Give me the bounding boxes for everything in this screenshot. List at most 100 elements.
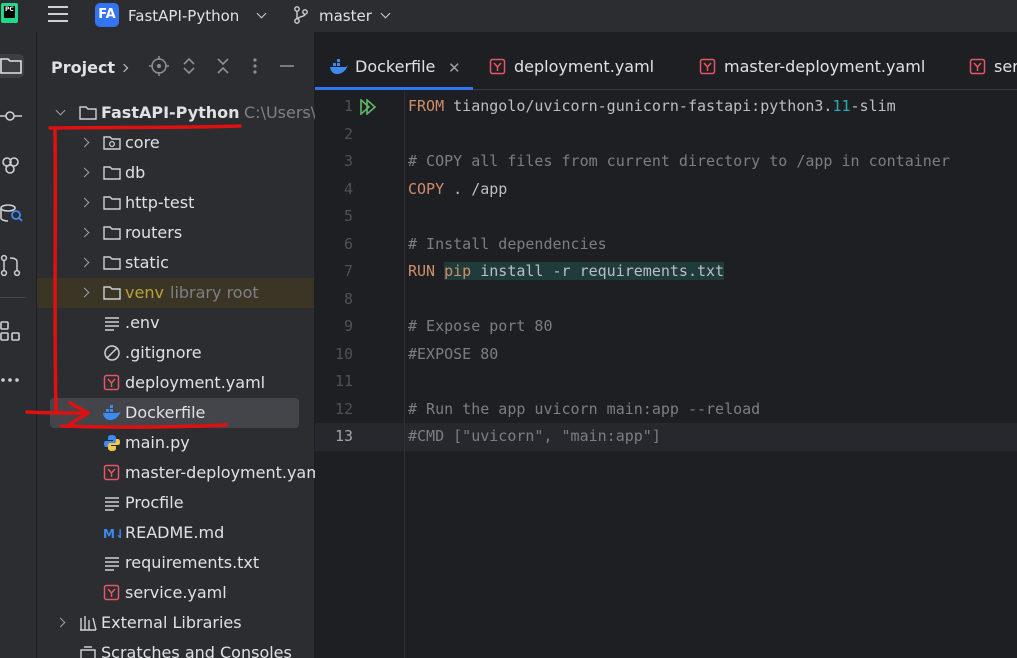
panel-title[interactable]: Project	[51, 58, 115, 77]
module-folder-icon	[103, 136, 121, 150]
tree-item-label: requirements.txt	[125, 553, 260, 572]
branch-switcher[interactable]: master	[319, 7, 372, 25]
code-line[interactable]: # Run the app uvicorn main:app --reload	[408, 400, 760, 418]
chevron-down-icon[interactable]	[380, 8, 391, 19]
code-line[interactable]: # Expose port 80	[408, 317, 553, 335]
tree-item-requirements-txt[interactable]: requirements.txt	[37, 548, 314, 578]
line-number: 4	[343, 179, 353, 198]
tree-item-label: main.py	[125, 433, 190, 452]
close-tab-icon[interactable]: ✕	[448, 59, 461, 77]
tree-item-procfile[interactable]: Procfile	[37, 488, 314, 518]
project-badge[interactable]: FA	[95, 3, 119, 27]
line-number: 9	[343, 317, 353, 335]
tree-item-routers[interactable]: routers	[37, 218, 314, 248]
hide-panel-icon[interactable]	[277, 56, 297, 76]
chevron-right-icon[interactable]	[79, 257, 90, 268]
chevron-right-icon[interactable]	[79, 227, 90, 238]
docker-icon	[103, 405, 121, 420]
line-number: 10	[334, 344, 353, 363]
tree-item-master-deployment-yaml[interactable]: master-deployment.yaml	[37, 458, 326, 488]
tree-item-http-test[interactable]: http-test	[37, 188, 314, 218]
options-icon[interactable]	[245, 56, 265, 76]
tree-root[interactable]: FastAPI-Python C:\Users\	[37, 98, 317, 128]
python-packages-icon[interactable]	[0, 154, 24, 178]
chevron-right-icon[interactable]	[79, 287, 90, 298]
project-tool-icon[interactable]	[0, 54, 24, 78]
line-number: 12	[334, 399, 353, 418]
line-number: 13	[334, 427, 353, 445]
tree-item-gitignore[interactable]: .gitignore	[37, 338, 314, 368]
collapse-all-icon[interactable]	[213, 56, 233, 76]
svg-text:M↓: M↓	[103, 527, 121, 541]
text-file-icon	[105, 557, 119, 571]
folder-icon	[79, 106, 97, 120]
tree-item-dockerfile[interactable]: Dockerfile	[37, 398, 314, 428]
chevron-right-icon[interactable]	[79, 137, 90, 148]
text-file-icon	[105, 497, 119, 511]
run-gutter-icon[interactable]	[359, 99, 377, 115]
line-number: 7	[343, 262, 353, 280]
tree-item-label: master-deployment.yaml	[125, 463, 327, 482]
tree-item-label: core	[125, 133, 160, 152]
expand-all-icon[interactable]	[179, 56, 199, 76]
chevron-down-icon[interactable]	[256, 8, 267, 19]
tool-window-strip	[0, 32, 37, 658]
git-branch-icon[interactable]	[293, 6, 309, 24]
tree-item-label: service.yaml	[125, 583, 227, 602]
chevron-right-icon[interactable]	[55, 617, 66, 628]
more-tools-icon[interactable]	[0, 368, 24, 392]
code-editor[interactable]: FROM tiangolo/uvicorn-gunicorn-fastapi:p…	[315, 91, 1017, 658]
commit-tool-icon[interactable]	[0, 104, 24, 128]
folder-icon	[103, 286, 121, 300]
folder-icon	[103, 226, 121, 240]
markdown-icon: M↓	[103, 527, 121, 541]
tree-item-static[interactable]: static	[37, 248, 314, 278]
folder-icon	[103, 256, 121, 270]
yaml-icon	[489, 58, 506, 75]
tree-scratches-consoles[interactable]: Scratches and Consoles	[37, 638, 314, 658]
code-line[interactable]: # COPY all files from current directory …	[408, 152, 950, 170]
tree-item-label: Scratches and Consoles	[101, 643, 292, 658]
tree-item-venv[interactable]: venv library root	[37, 278, 314, 308]
tree-item-hint: library root	[170, 283, 259, 302]
structure-tool-icon[interactable]	[0, 319, 24, 343]
pull-requests-icon[interactable]	[0, 254, 24, 278]
project-switcher[interactable]: FastAPI-Python	[128, 7, 239, 25]
chevron-right-icon[interactable]	[79, 167, 90, 178]
locate-file-icon[interactable]	[149, 56, 169, 76]
yaml-icon	[103, 584, 120, 601]
tree-item-env[interactable]: .env	[37, 308, 314, 338]
chevron-down-icon[interactable]	[55, 105, 66, 116]
tree-item-label: deployment.yaml	[125, 373, 266, 392]
library-icon	[80, 616, 97, 631]
code-line[interactable]: # Install dependencies	[408, 235, 607, 253]
chevron-right-icon[interactable]	[79, 197, 90, 208]
tree-item-label: External Libraries	[101, 613, 242, 632]
line-number: 2	[343, 124, 353, 143]
folder-icon	[103, 166, 121, 180]
tree-item-core[interactable]: core	[37, 128, 314, 158]
code-line[interactable]: RUN pip install -r requirements.txt	[408, 262, 725, 280]
tree-item-label: static	[125, 253, 169, 272]
code-line[interactable]: #CMD ["uvicorn", "main:app"]	[408, 427, 661, 445]
code-line[interactable]: COPY . /app	[408, 180, 507, 198]
tree-item-db[interactable]: db	[37, 158, 314, 188]
pycharm-logo-icon: PC	[1, 3, 18, 23]
tree-item-label: http-test	[125, 193, 195, 212]
tree-item-deployment-yaml[interactable]: deployment.yaml	[37, 368, 314, 398]
chevron-right-icon[interactable]	[119, 63, 129, 73]
tree-item-label: Procfile	[125, 493, 184, 512]
tree-item-label: README.md	[125, 523, 225, 542]
tree-item-main-py[interactable]: main.py	[37, 428, 314, 458]
main-menu-icon[interactable]	[48, 6, 69, 24]
tree-item-service-yaml[interactable]: service.yaml	[37, 578, 314, 608]
root-path: C:\Users\	[244, 103, 317, 122]
line-number: 11	[334, 372, 353, 390]
code-line[interactable]: #EXPOSE 80	[408, 345, 498, 363]
tree-item-readme-md[interactable]: M↓ README.md	[37, 518, 314, 548]
code-line[interactable]: FROM tiangolo/uvicorn-gunicorn-fastapi:p…	[408, 97, 896, 115]
tree-external-libraries[interactable]: External Libraries	[37, 608, 314, 638]
python-icon	[104, 435, 120, 451]
database-search-icon[interactable]	[0, 202, 24, 226]
root-name: FastAPI-Python	[101, 103, 240, 122]
